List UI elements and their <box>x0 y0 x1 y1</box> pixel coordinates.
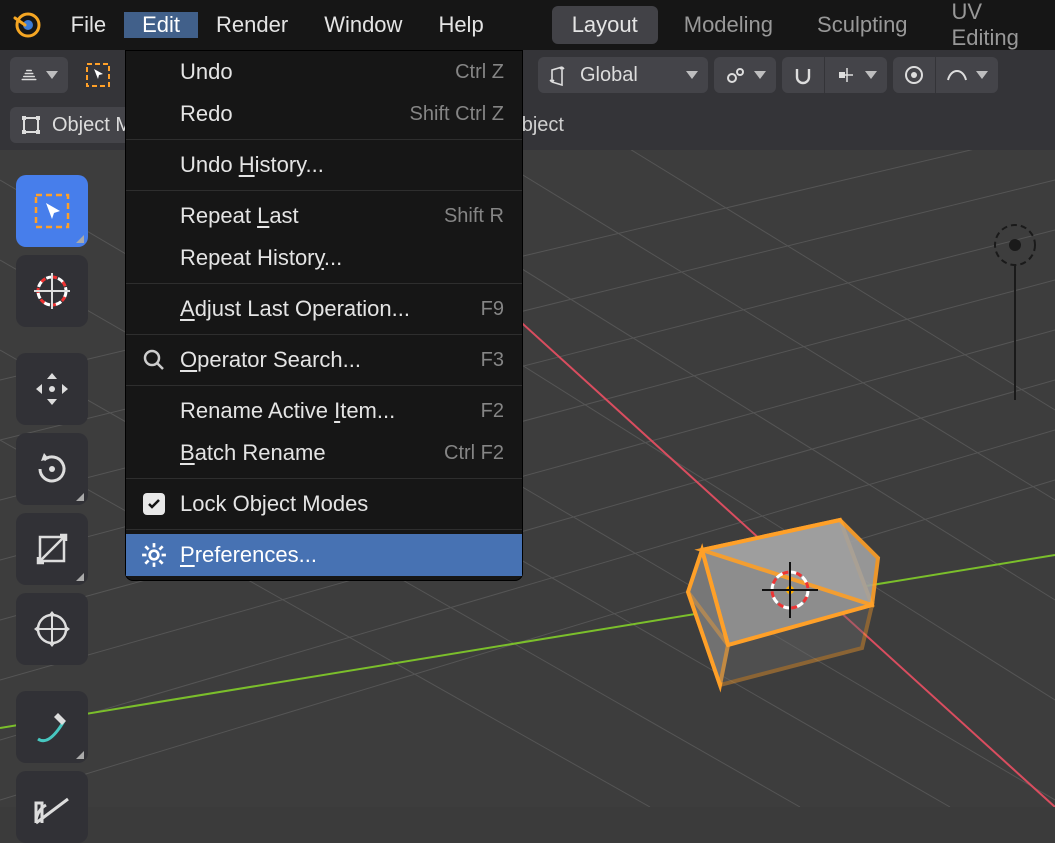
blender-logo-icon <box>0 0 53 50</box>
editor-type-button[interactable] <box>10 57 68 93</box>
workspace-tab-layout[interactable]: Layout <box>552 6 658 44</box>
menu-separator <box>126 334 522 335</box>
workspace-tab-sculpting[interactable]: Sculpting <box>795 0 930 50</box>
object-mode-icon <box>20 114 42 136</box>
menu-window[interactable]: Window <box>306 12 420 38</box>
chevron-down-icon <box>865 71 877 79</box>
menu-item-redo[interactable]: Redo Shift Ctrl Z <box>126 93 522 135</box>
tool-cursor[interactable] <box>16 255 88 327</box>
menu-item-label: Undo History... <box>180 152 324 178</box>
menu-item-batch-rename[interactable]: Batch Rename Ctrl F2 <box>126 432 522 474</box>
menu-edit[interactable]: Edit <box>124 12 198 38</box>
menu-item-label: Batch Rename <box>180 440 326 466</box>
tool-annotate[interactable] <box>16 691 88 763</box>
menu-item-adjust-last-operation[interactable]: Adjust Last Operation... F9 <box>126 288 522 330</box>
menu-item-label: Rename Active Item... <box>180 398 395 424</box>
menu-separator <box>126 385 522 386</box>
snap-toggle[interactable] <box>782 57 824 93</box>
tool-column <box>16 175 88 843</box>
menu-item-rename-active-item[interactable]: Rename Active Item... F2 <box>126 390 522 432</box>
menubar: FileEditRenderWindowHelp <box>53 0 502 50</box>
top-menu-bar: FileEditRenderWindowHelp LayoutModelingS… <box>0 0 1055 50</box>
chevron-down-icon <box>46 71 58 79</box>
light-object-icon[interactable] <box>995 225 1035 400</box>
selection-mode-button[interactable] <box>74 57 122 93</box>
proportional-group <box>893 57 998 93</box>
tool-move[interactable] <box>16 353 88 425</box>
snap-options[interactable] <box>825 57 887 93</box>
workspace-tabs: LayoutModelingSculptingUV Editing <box>548 0 1055 50</box>
menu-item-lock-object-modes[interactable]: Lock Object Modes <box>126 483 522 525</box>
snap-group <box>782 57 887 93</box>
menu-item-repeat-last[interactable]: Repeat Last Shift R <box>126 195 522 237</box>
menu-item-label: Operator Search... <box>180 347 361 373</box>
menu-item-shortcut: F3 <box>481 349 504 372</box>
gear-icon <box>140 541 168 569</box>
menu-item-shortcut: F2 <box>481 400 504 423</box>
menu-separator <box>126 139 522 140</box>
chevron-down-icon <box>686 71 698 79</box>
default-cube[interactable] <box>688 520 878 685</box>
orientation-label: Global <box>580 64 638 87</box>
checkbox-icon <box>140 490 168 518</box>
menu-item-undo[interactable]: Undo Ctrl Z <box>126 51 522 93</box>
menu-item-shortcut: F9 <box>481 298 504 321</box>
menu-item-label: Repeat History... <box>180 245 342 271</box>
search-icon <box>140 346 168 374</box>
menu-item-repeat-history[interactable]: Repeat History... <box>126 237 522 279</box>
menu-file[interactable]: File <box>53 12 124 38</box>
menu-item-operator-search[interactable]: Operator Search... F3 <box>126 339 522 381</box>
menu-item-label: Undo <box>180 59 233 85</box>
menu-item-preferences[interactable]: Preferences... <box>126 534 522 576</box>
menu-help[interactable]: Help <box>420 12 501 38</box>
tool-rotate[interactable] <box>16 433 88 505</box>
menu-item-undo-history[interactable]: Undo History... <box>126 144 522 186</box>
chevron-down-icon <box>976 71 988 79</box>
menu-item-label: Lock Object Modes <box>180 491 368 517</box>
orientation-dropdown[interactable]: Global <box>538 57 708 93</box>
menu-item-shortcut: Shift Ctrl Z <box>410 103 504 126</box>
proportional-toggle[interactable] <box>893 57 935 93</box>
pivot-button[interactable] <box>714 57 776 93</box>
menu-item-shortcut: Ctrl F2 <box>444 442 504 465</box>
proportional-options[interactable] <box>936 57 998 93</box>
menu-separator <box>126 529 522 530</box>
tool-transform[interactable] <box>16 593 88 665</box>
menu-item-shortcut: Ctrl Z <box>455 61 504 84</box>
menu-item-shortcut: Shift R <box>444 205 504 228</box>
menu-separator <box>126 283 522 284</box>
tool-scale[interactable] <box>16 513 88 585</box>
menu-separator <box>126 190 522 191</box>
tool-measure[interactable] <box>16 771 88 843</box>
menu-item-label: Redo <box>180 101 233 127</box>
workspace-tab-modeling[interactable]: Modeling <box>662 0 795 50</box>
edit-menu-dropdown: Undo Ctrl Z Redo Shift Ctrl Z Undo History..… <box>125 50 523 581</box>
menu-separator <box>126 478 522 479</box>
tool-select-box[interactable] <box>16 175 88 247</box>
orientation-icon <box>548 64 570 86</box>
menu-item-label: Repeat Last <box>180 203 299 229</box>
pivot-group <box>714 57 776 93</box>
menu-render[interactable]: Render <box>198 12 306 38</box>
chevron-down-icon <box>754 71 766 79</box>
workspace-tab-uv-editing[interactable]: UV Editing <box>930 0 1055 50</box>
menu-item-label: Adjust Last Operation... <box>180 296 410 322</box>
menu-item-label: Preferences... <box>180 542 317 568</box>
